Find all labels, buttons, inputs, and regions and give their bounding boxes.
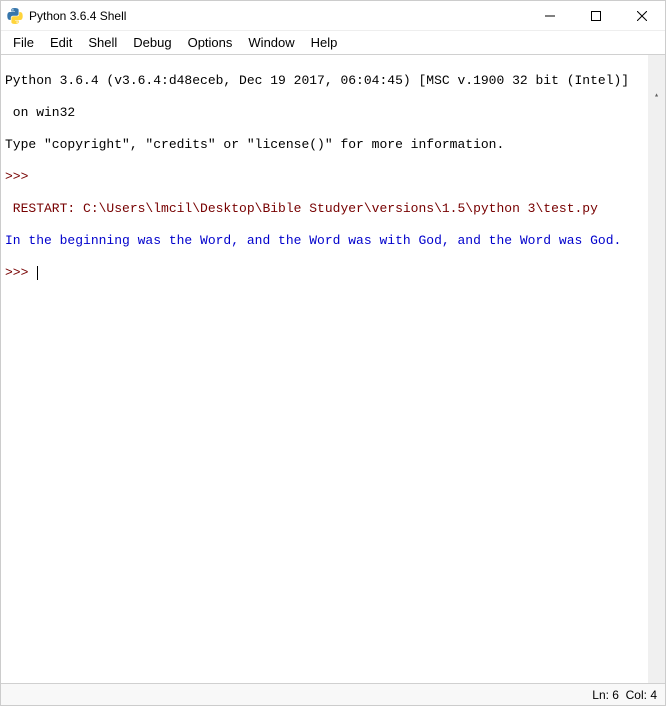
status-col: Col: 4 [626, 688, 657, 702]
vertical-scrollbar[interactable]: ▴ [648, 55, 665, 683]
shell-text-area[interactable]: Python 3.6.4 (v3.6.4:d48eceb, Dec 19 201… [1, 55, 665, 683]
banner-line: Python 3.6.4 (v3.6.4:d48eceb, Dec 19 201… [5, 73, 661, 89]
prompt: >>> [5, 265, 36, 280]
text-cursor [37, 266, 38, 280]
titlebar: Python 3.6.4 Shell [1, 1, 665, 31]
minimize-button[interactable] [527, 1, 573, 30]
banner-line: on win32 [5, 105, 661, 121]
menu-file[interactable]: File [5, 33, 42, 52]
menu-debug[interactable]: Debug [125, 33, 179, 52]
menu-options[interactable]: Options [180, 33, 241, 52]
window-controls [527, 1, 665, 30]
status-line: Ln: 6 [592, 688, 619, 702]
close-button[interactable] [619, 1, 665, 30]
menu-window[interactable]: Window [240, 33, 302, 52]
statusbar: Ln: 6 Col: 4 [1, 683, 665, 705]
banner-line: Type "copyright", "credits" or "license(… [5, 137, 661, 153]
window-title: Python 3.6.4 Shell [29, 9, 527, 23]
menu-edit[interactable]: Edit [42, 33, 80, 52]
prompt: >>> [5, 169, 36, 184]
python-icon [7, 8, 23, 24]
restart-line: RESTART: C:\Users\lmcil\Desktop\Bible St… [5, 201, 606, 216]
output-line: In the beginning was the Word, and the W… [5, 233, 621, 248]
menubar: File Edit Shell Debug Options Window Hel… [1, 31, 665, 55]
menu-shell[interactable]: Shell [80, 33, 125, 52]
maximize-button[interactable] [573, 1, 619, 30]
scroll-up-arrow[interactable]: ▴ [648, 87, 665, 104]
menu-help[interactable]: Help [303, 33, 346, 52]
